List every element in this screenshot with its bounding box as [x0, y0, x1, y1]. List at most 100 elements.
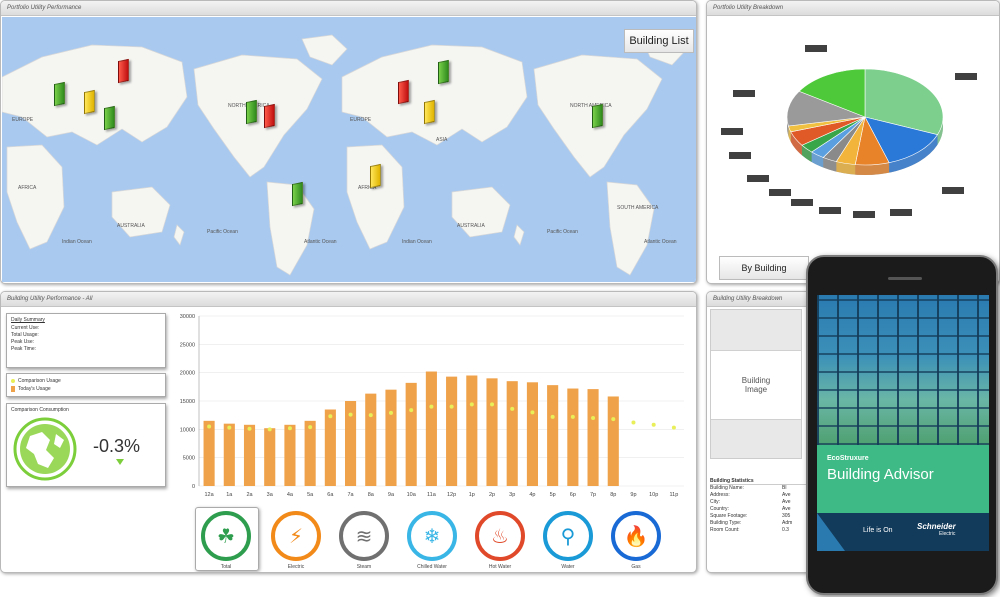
usage-bar[interactable]: [587, 389, 599, 486]
legend-today: Today's Usage: [11, 385, 161, 393]
usage-bar[interactable]: [264, 428, 276, 486]
utility-flame-icon[interactable]: 🔥: [611, 511, 661, 561]
utility-lightning-icon[interactable]: ⚡: [271, 511, 321, 561]
comparison-point[interactable]: [671, 425, 676, 430]
comparison-point[interactable]: [591, 416, 596, 420]
stat-value: 0.3: [782, 527, 789, 533]
building-marker-green[interactable]: [246, 99, 257, 125]
building-marker-green[interactable]: [592, 103, 603, 129]
usage-bar[interactable]: [365, 393, 377, 486]
building-stat-row: Room Count: 0.3: [710, 527, 814, 534]
usage-bar[interactable]: [567, 388, 579, 486]
pie-label-tag: [853, 211, 875, 218]
comparison-point[interactable]: [651, 422, 656, 427]
comparison-point[interactable]: [267, 427, 272, 432]
comparison-point[interactable]: [469, 402, 474, 407]
x-tick-label: 11a: [427, 492, 437, 498]
legend-comparison: Comparison Usage: [11, 377, 161, 385]
comparison-point[interactable]: [368, 413, 373, 418]
x-tick-label: 6p: [570, 492, 576, 498]
breakdown-panel-title: Portfolio Utility Breakdown: [707, 1, 999, 16]
building-marker-green[interactable]: [438, 59, 449, 85]
performance-panel: Building Utility Performance - All Daily…: [0, 291, 697, 573]
usage-bar[interactable]: [223, 423, 235, 486]
by-building-button[interactable]: By Building: [719, 256, 809, 280]
utility-hot-water-icon[interactable]: ♨: [475, 511, 525, 561]
map-region-label: Indian Ocean: [62, 239, 92, 245]
building-stat-row: Building Type: Adm: [710, 520, 814, 527]
usage-bar[interactable]: [466, 375, 478, 487]
comparison-point[interactable]: [247, 426, 252, 431]
comparison-point[interactable]: [429, 404, 434, 409]
utility-faucet-icon[interactable]: ⚲: [543, 511, 593, 561]
comparison-point[interactable]: [550, 414, 555, 419]
building-info-title: Building Utility Breakdown: [707, 292, 815, 307]
map-region-label: NORTH AMERICA: [570, 103, 612, 109]
comparison-point[interactable]: [308, 425, 313, 430]
usage-bar[interactable]: [385, 389, 397, 486]
usage-bar[interactable]: [486, 378, 498, 486]
building-marker-green[interactable]: [54, 81, 65, 107]
phone-screen: EcoStruxure Building Advisor Life is On …: [817, 295, 989, 551]
stat-value: Ave: [782, 499, 791, 505]
building-marker-red[interactable]: [264, 103, 275, 129]
utility-label: Electric: [287, 564, 305, 570]
comparison-point[interactable]: [611, 417, 616, 422]
y-tick-label: 10000: [180, 427, 195, 433]
stat-value: Bl: [782, 485, 787, 491]
world-map[interactable]: EUROPE AFRICA AUSTRALIA Indian Ocean NORTH A…: [2, 17, 696, 282]
y-tick-label: 25000: [180, 342, 195, 348]
building-marker-red[interactable]: [118, 58, 129, 84]
comparison-point[interactable]: [631, 420, 636, 425]
comparison-point[interactable]: [287, 426, 292, 431]
stat-key: Address:: [710, 492, 730, 498]
usage-bar[interactable]: [425, 371, 437, 486]
usage-bar-chart[interactable]: 0 5000 10000 15000 20000 25000 30000 12a 1a 2a 3a 4…: [169, 310, 689, 510]
pie-label-tag: [791, 199, 813, 206]
comparison-point[interactable]: [449, 404, 454, 409]
building-marker-green[interactable]: [292, 181, 303, 207]
map-region-label: Atlantic Ocean: [304, 239, 337, 245]
leaf-icon: ☘: [217, 524, 235, 548]
usage-bar[interactable]: [607, 396, 619, 486]
building-marker-green[interactable]: [104, 105, 115, 131]
building-marker-yellow[interactable]: [370, 163, 381, 189]
usage-bar[interactable]: [284, 424, 296, 486]
utility-steam-icon[interactable]: ≋: [339, 511, 389, 561]
comparison-point[interactable]: [328, 414, 333, 419]
utility-snowflake-icon[interactable]: ❄: [407, 511, 457, 561]
usage-bar[interactable]: [405, 382, 417, 486]
pie-label-tag: [890, 209, 912, 216]
down-arrow-icon: [116, 459, 124, 465]
utility-leaf-icon[interactable]: ☘: [201, 511, 251, 561]
phone-speaker: [888, 277, 922, 280]
usage-bar[interactable]: [243, 424, 256, 486]
usage-bar[interactable]: [547, 385, 559, 486]
comparison-point[interactable]: [227, 425, 232, 430]
legend-today-label: Today's Usage: [18, 386, 51, 392]
comparison-point[interactable]: [348, 412, 353, 417]
comparison-point[interactable]: [510, 406, 515, 411]
usage-bar[interactable]: [324, 409, 336, 487]
comparison-point[interactable]: [570, 414, 575, 419]
utility-pie-chart[interactable]: [707, 19, 1000, 279]
comparison-point[interactable]: [530, 410, 535, 415]
snowflake-icon: ❄: [423, 524, 441, 548]
life-is-on-label: Life is On: [863, 527, 893, 534]
comparison-point[interactable]: [409, 408, 414, 413]
comparison-point[interactable]: [207, 424, 212, 429]
usage-bar[interactable]: [446, 376, 458, 486]
building-marker-yellow[interactable]: [424, 99, 435, 125]
building-marker-red[interactable]: [398, 79, 409, 105]
stat-key: City:: [710, 499, 720, 505]
usage-bar[interactable]: [506, 381, 518, 486]
comparison-point[interactable]: [490, 402, 495, 407]
usage-bar[interactable]: [526, 382, 538, 486]
usage-bar[interactable]: [203, 420, 215, 486]
building-list-button[interactable]: Building List: [624, 29, 694, 53]
building-marker-yellow[interactable]: [84, 89, 95, 115]
comparison-point[interactable]: [388, 410, 393, 415]
pie-label-tag: [769, 189, 791, 196]
usage-bar[interactable]: [304, 420, 316, 486]
x-tick-label: 5a: [307, 492, 314, 498]
